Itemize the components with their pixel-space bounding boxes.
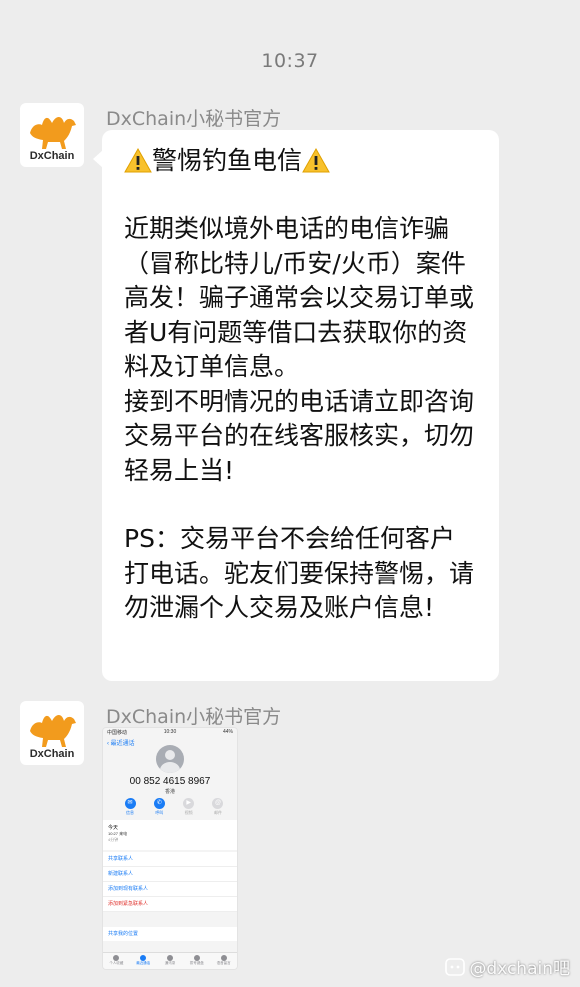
camel-logo-icon: DxChain	[30, 117, 76, 162]
tab-bar: 个人收藏 最近通话 通讯录 拨号键盘 语音留言	[103, 952, 237, 969]
message-bubble[interactable]: 警惕钓鱼电信 近期类似境外电话的电信诈骗（冒称比特儿/币安/火币）案件高发！骗子…	[93, 130, 499, 681]
recent-time: 10:27	[108, 831, 119, 836]
message-paragraph: 接到不明情况的电话请立即咨询交易平台的在线客服核实，切勿轻易上当!	[124, 386, 475, 485]
tab-label: 语音留言	[216, 961, 231, 965]
contact-avatar-icon	[156, 745, 184, 773]
message-paragraph: PS：交易平台不会给任何客户打电话。驼友们要保持警惕，请勿泄漏个人交易及账户信息…	[124, 524, 475, 622]
video-icon: ▶	[183, 798, 195, 809]
tab-label: 通讯录	[164, 961, 176, 965]
tab-favorites: 个人收藏	[106, 953, 126, 969]
svg-text:DxChain: DxChain	[30, 748, 75, 760]
sender-name: DxChain小秘书官方	[106, 706, 282, 728]
list-item: 新建联系人	[103, 867, 237, 882]
phone-icon: ✆	[153, 798, 165, 809]
message-paragraph: 近期类似境外电话的电信诈骗（冒称比特儿/币安/火币）案件高发！骗子通常会以交易订…	[124, 214, 475, 381]
tab-label: 最近通话	[136, 961, 151, 965]
warning-icon	[124, 147, 152, 175]
recent-type: 来电	[119, 831, 128, 836]
action-mail: @ 邮件	[207, 798, 229, 816]
recent-duration: 4分钟	[108, 837, 119, 842]
list-item: 共享联系人	[103, 852, 237, 867]
action-call: ✆ 呼叫	[148, 798, 170, 816]
contact-options-list: 共享联系人 新建联系人 添加到现有联系人 添加到紧急联系人	[103, 852, 237, 912]
battery-label: 44%	[222, 729, 233, 735]
action-label: 信息	[126, 810, 134, 815]
watermark: @dxchain吧	[445, 954, 570, 979]
action-label: 视频	[184, 810, 193, 815]
tab-contacts: 通讯录	[160, 953, 180, 969]
recent-date: 今天	[108, 825, 119, 831]
tab-keypad: 拨号键盘	[187, 953, 207, 969]
image-message-thumbnail[interactable]: 中国移动 10:30 44% ‹ 最近通话 00 852 4615 8967 香…	[102, 727, 238, 970]
action-message: ✉ 信息	[119, 798, 141, 816]
tab-voicemail: 语音留言	[214, 953, 234, 969]
message-title-row: 警惕钓鱼电信	[124, 144, 477, 178]
recent-call-card: 今天 10:27 来电 4分钟	[103, 820, 237, 850]
camel-logo-icon: DxChain	[30, 715, 76, 760]
mail-icon: @	[212, 798, 224, 809]
back-link: ‹ 最近通话	[107, 741, 135, 747]
list-item: 添加到紧急联系人	[103, 897, 237, 912]
watermark-text: @dxchain吧	[469, 959, 570, 979]
list-item: 添加到现有联系人	[103, 882, 237, 897]
back-label: 最近通话	[110, 741, 135, 747]
number-location: 香港	[164, 789, 175, 795]
message-title: 警惕钓鱼电信	[152, 146, 303, 175]
sender-avatar[interactable]: DxChain	[20, 701, 84, 765]
status-time: 10:30	[163, 729, 177, 735]
sender-name: DxChain小秘书官方	[106, 108, 282, 130]
tab-label: 个人收藏	[109, 961, 124, 965]
phone-number: 00 852 4615 8967	[129, 776, 211, 787]
tab-label: 拨号键盘	[189, 961, 204, 965]
svg-text:DxChain: DxChain	[30, 150, 75, 162]
action-video: ▶ 视频	[178, 798, 200, 816]
message-icon: ✉	[124, 798, 136, 809]
chat-timestamp: 10:37	[261, 50, 319, 72]
action-label: 邮件	[213, 810, 222, 815]
share-location-row: 共享我的位置	[103, 927, 237, 941]
status-bar: 中国移动 10:30 44%	[103, 728, 237, 736]
tab-recents: 最近通话	[133, 953, 153, 969]
contact-actions: ✉ 信息 ✆ 呼叫 ▶ 视频 @ 邮件	[119, 798, 229, 816]
weibo-logo-icon	[445, 957, 466, 976]
warning-icon	[302, 147, 330, 175]
sender-avatar[interactable]: DxChain	[20, 103, 84, 167]
action-label: 呼叫	[155, 810, 164, 815]
